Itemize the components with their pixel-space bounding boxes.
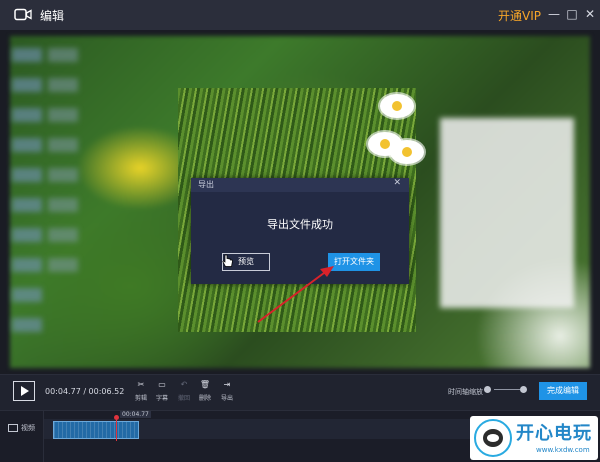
- film-icon: [8, 424, 18, 432]
- video-editor-window: 编辑 开通VIP — □ ✕ 导出 ✕ 导出文件成功 预览 打开文件夹 00:0…: [0, 0, 600, 462]
- title-bar: 编辑 开通VIP — □ ✕: [0, 0, 600, 30]
- subtitle-icon: ▭: [158, 380, 166, 389]
- mascot-logo-icon: [474, 419, 512, 457]
- tool-label: 撤回: [177, 395, 190, 402]
- red-arrow-annotation: [257, 266, 334, 323]
- play-button[interactable]: [13, 381, 35, 401]
- daisy-flower: [380, 94, 414, 118]
- blurred-desktop-icons: [12, 48, 42, 348]
- blurred-window: [440, 118, 574, 308]
- dialog-title: 导出: [198, 180, 214, 189]
- delete-tool[interactable]: 🗑 删除: [195, 380, 215, 402]
- close-button[interactable]: ✕: [582, 6, 598, 22]
- tool-label: 删除: [198, 395, 211, 402]
- video-clip[interactable]: [53, 421, 139, 439]
- tool-label: 导出: [220, 395, 233, 402]
- playhead-time: 00:04.77: [120, 411, 151, 418]
- video-track-header: 视频: [0, 411, 44, 462]
- track-label: 视频: [21, 424, 35, 432]
- hand-cursor-icon: [222, 254, 233, 267]
- playhead-handle[interactable]: [114, 415, 119, 420]
- playhead[interactable]: [116, 417, 117, 441]
- watermark-brand: 开心电玩: [516, 423, 592, 444]
- minimize-button[interactable]: —: [546, 6, 562, 22]
- watermark-url: www.kxdw.com: [536, 446, 590, 454]
- scissors-icon: ✂: [137, 380, 145, 389]
- export-icon: ⇥: [223, 380, 231, 389]
- zoom-in-button[interactable]: [520, 386, 527, 393]
- undo-icon: ↶: [180, 380, 188, 389]
- maximize-button[interactable]: □: [564, 6, 580, 22]
- finish-editing-button[interactable]: 完成编辑: [539, 382, 587, 400]
- daisy-flower: [390, 140, 424, 164]
- zoom-slider[interactable]: [494, 389, 520, 390]
- blurred-desktop-icons: [48, 48, 78, 288]
- undo-tool[interactable]: ↶ 撤回: [174, 380, 194, 402]
- tool-label: 字幕: [155, 395, 168, 402]
- export-tool[interactable]: ⇥ 导出: [217, 380, 237, 402]
- dialog-header: 导出 ✕: [191, 178, 409, 192]
- timeline-zoom-label: 时间轴缩放: [448, 388, 483, 396]
- trash-icon: 🗑: [199, 380, 211, 389]
- site-watermark: 开心电玩 www.kxdw.com: [470, 416, 598, 460]
- zoom-out-button[interactable]: [484, 386, 491, 393]
- export-success-message: 导出文件成功: [267, 218, 333, 231]
- time-display: 00:04.77 / 00:06.52: [45, 387, 125, 396]
- vip-link[interactable]: 开通VIP: [498, 7, 541, 24]
- cut-tool[interactable]: ✂ 剪辑: [131, 380, 151, 402]
- window-title: 编辑: [40, 9, 65, 23]
- subtitle-tool[interactable]: ▭ 字幕: [152, 380, 172, 402]
- playback-controls: 00:04.77 / 00:06.52 ✂ 剪辑 ▭ 字幕 ↶ 撤回 🗑 删除 …: [0, 374, 600, 410]
- tool-label: 剪辑: [134, 395, 147, 402]
- video-camera-icon: [14, 8, 32, 21]
- dialog-close-icon[interactable]: ✕: [393, 178, 401, 188]
